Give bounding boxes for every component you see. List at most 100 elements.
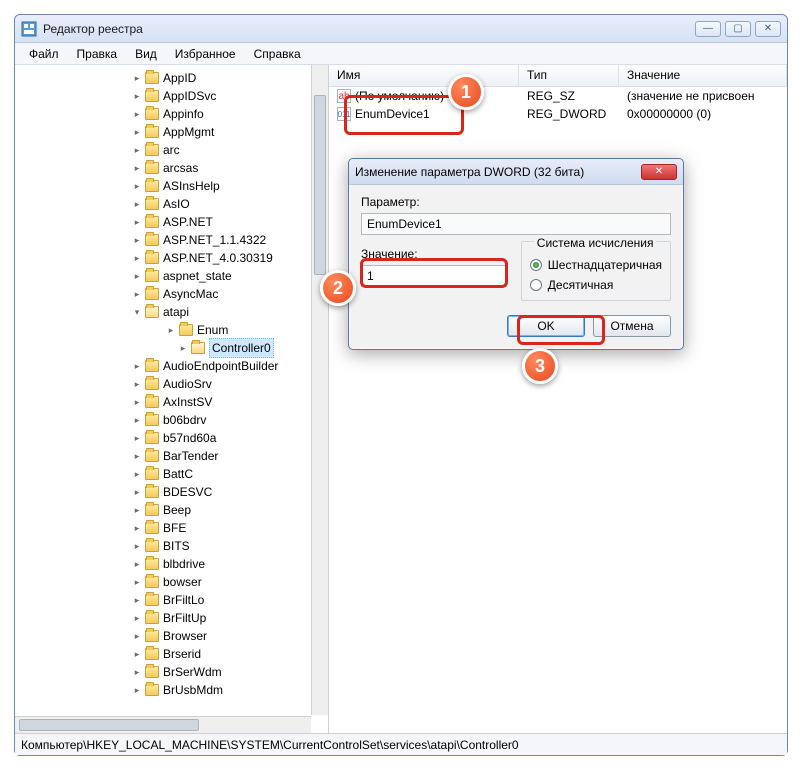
expand-icon[interactable]: ▸ [131,378,143,390]
tree-item-asinshelp[interactable]: ▸ASInsHelp [17,177,328,195]
tree-item-b57nd60a[interactable]: ▸b57nd60a [17,429,328,447]
menu-help[interactable]: Справка [246,45,309,63]
tree-item-bits[interactable]: ▸BITS [17,537,328,555]
expand-icon[interactable]: ▸ [131,144,143,156]
column-type[interactable]: Тип [519,65,619,86]
tree-item-asp-net-4-0-30319[interactable]: ▸ASP.NET_4.0.30319 [17,249,328,267]
tree-item-b06bdrv[interactable]: ▸b06bdrv [17,411,328,429]
tree-item-brfiltlo[interactable]: ▸BrFiltLo [17,591,328,609]
tree-item-battc[interactable]: ▸BattC [17,465,328,483]
value-input[interactable] [361,265,507,287]
maximize-button[interactable]: ▢ [725,21,751,37]
column-name[interactable]: Имя [329,65,519,86]
tree-item-appmgmt[interactable]: ▸AppMgmt [17,123,328,141]
expand-icon[interactable]: ▸ [131,558,143,570]
expand-icon[interactable]: ▸ [131,252,143,264]
tree-item-bartender[interactable]: ▸BarTender [17,447,328,465]
dialog-close-button[interactable]: ✕ [641,164,677,180]
expand-icon[interactable]: ▸ [131,450,143,462]
tree-item-brfiltup[interactable]: ▸BrFiltUp [17,609,328,627]
radio-hex-row[interactable]: Шестнадцатеричная [530,258,662,272]
tree-scroll[interactable]: ▸AppID▸AppIDSvc▸Appinfo▸AppMgmt▸arc▸arcs… [15,65,328,733]
expand-icon[interactable]: ▸ [131,126,143,138]
expand-icon[interactable]: ▸ [131,270,143,282]
radio-dec[interactable] [530,279,542,291]
expand-icon[interactable]: ▸ [131,360,143,372]
expand-icon[interactable]: ▸ [131,72,143,84]
expand-icon[interactable]: ▸ [131,576,143,588]
expand-icon[interactable]: ▸ [131,90,143,102]
value-row-default[interactable]: ab(По умолчанию) REG_SZ (значение не при… [329,87,787,105]
tree-item-browser[interactable]: ▸Browser [17,627,328,645]
tree-item-aspnet-state[interactable]: ▸aspnet_state [17,267,328,285]
tree-item-brserid[interactable]: ▸Brserid [17,645,328,663]
expand-icon[interactable]: ▸ [131,432,143,444]
tree-item-asp-net[interactable]: ▸ASP.NET [17,213,328,231]
tree-item-label: blbdrive [163,555,205,573]
radio-hex[interactable] [530,259,542,271]
tree-item-axinstsv[interactable]: ▸AxInstSV [17,393,328,411]
expand-icon[interactable]: ▸ [131,648,143,660]
tree-item-arc[interactable]: ▸arc [17,141,328,159]
expand-icon[interactable]: ▸ [131,486,143,498]
minimize-button[interactable]: — [695,21,721,37]
expand-icon[interactable]: ▸ [131,540,143,552]
tree-item-audiosrv[interactable]: ▸AudioSrv [17,375,328,393]
tree-item-audioendpointbuilder[interactable]: ▸AudioEndpointBuilder [17,357,328,375]
radio-dec-row[interactable]: Десятичная [530,278,662,292]
expand-icon[interactable]: ▸ [131,396,143,408]
tree-item-controller0[interactable]: ▸Controller0 [17,339,328,357]
ok-button[interactable]: OK [507,315,585,337]
tree-horizontal-scrollbar[interactable] [15,716,311,733]
tree-item-blbdrive[interactable]: ▸ blbdrive [17,555,328,573]
close-button[interactable]: ✕ [755,21,781,37]
value-row-enumdevice1[interactable]: 011EnumDevice1 REG_DWORD 0x00000000 (0) [329,105,787,123]
tree-item-brusbmdm[interactable]: ▸BrUsbMdm [17,681,328,699]
expand-icon[interactable]: ▸ [177,342,189,354]
expand-icon[interactable]: ▸ [131,468,143,480]
expand-icon[interactable]: ▸ [131,684,143,696]
expand-icon[interactable]: ▸ [131,612,143,624]
cancel-button[interactable]: Отмена [593,315,671,337]
tree-item-bfe[interactable]: ▸BFE [17,519,328,537]
expand-icon[interactable]: ▸ [131,414,143,426]
tree-item-beep[interactable]: ▸Beep [17,501,328,519]
expand-icon[interactable]: ▸ [131,288,143,300]
tree-item-asp-net-1-1-4322[interactable]: ▸ASP.NET_1.1.4322 [17,231,328,249]
expand-icon[interactable]: ▸ [131,180,143,192]
tree-vertical-scrollbar[interactable] [311,65,328,715]
expand-icon[interactable]: ▸ [131,522,143,534]
folder-icon [145,612,159,624]
menu-view[interactable]: Вид [127,45,165,63]
expand-icon[interactable]: ▸ [131,108,143,120]
expand-icon[interactable]: ▸ [165,324,177,336]
tree-item-arcsas[interactable]: ▸arcsas [17,159,328,177]
expand-icon[interactable]: ▸ [131,504,143,516]
tree-item-brserwdm[interactable]: ▸BrSerWdm [17,663,328,681]
column-value[interactable]: Значение [619,65,787,86]
tree-item-asio[interactable]: ▸AsIO [17,195,328,213]
expand-icon[interactable]: ▸ [131,198,143,210]
menu-file[interactable]: Файл [21,45,67,63]
expand-icon[interactable]: ▸ [131,666,143,678]
tree-item-atapi[interactable]: ▾atapi [17,303,328,321]
tree-item-bdesvc[interactable]: ▸BDESVC [17,483,328,501]
menu-edit[interactable]: Правка [69,45,126,63]
registry-tree[interactable]: ▸AppID▸AppIDSvc▸Appinfo▸AppMgmt▸arc▸arcs… [15,65,328,703]
menu-favorites[interactable]: Избранное [167,45,244,63]
base-fieldset: Система исчисления Шестнадцатеричная Дес… [521,241,671,301]
titlebar[interactable]: Редактор реестра — ▢ ✕ [15,15,787,43]
tree-item-enum[interactable]: ▸Enum [17,321,328,339]
expand-icon[interactable]: ▸ [131,234,143,246]
collapse-icon[interactable]: ▾ [131,306,143,318]
tree-item-appidsvc[interactable]: ▸AppIDSvc [17,87,328,105]
expand-icon[interactable]: ▸ [131,216,143,228]
dialog-titlebar[interactable]: Изменение параметра DWORD (32 бита) ✕ [349,159,683,185]
expand-icon[interactable]: ▸ [131,594,143,606]
tree-item-bowser[interactable]: ▸bowser [17,573,328,591]
tree-item-appid[interactable]: ▸AppID [17,69,328,87]
tree-item-asyncmac[interactable]: ▸AsyncMac [17,285,328,303]
expand-icon[interactable]: ▸ [131,630,143,642]
tree-item-appinfo[interactable]: ▸Appinfo [17,105,328,123]
expand-icon[interactable]: ▸ [131,162,143,174]
